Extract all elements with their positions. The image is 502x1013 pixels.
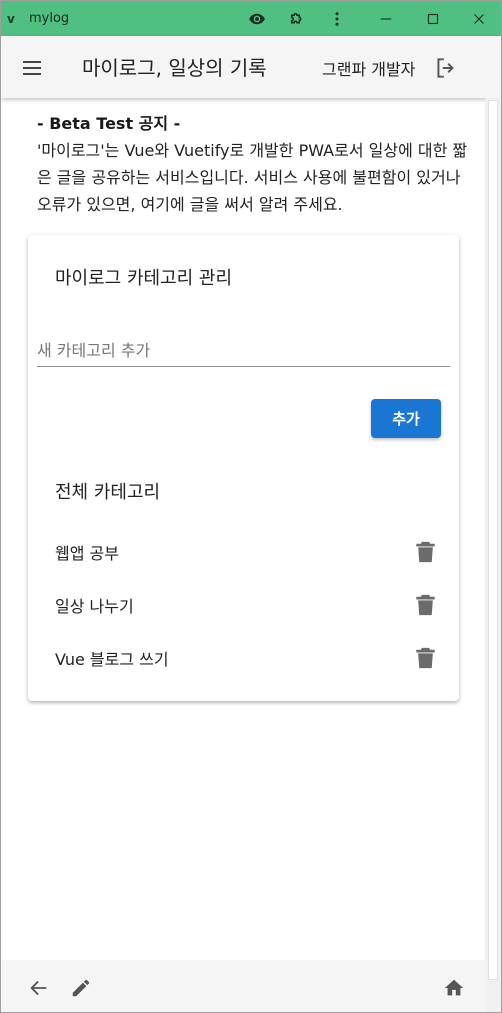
trash-icon[interactable] <box>413 539 437 565</box>
new-category-field[interactable] <box>37 335 450 367</box>
app-logo-icon: v <box>7 11 15 26</box>
category-label: 일상 나누기 <box>55 597 134 616</box>
minimize-icon[interactable] <box>371 1 401 36</box>
maximize-icon[interactable] <box>418 1 448 36</box>
category-item[interactable]: 일상 나누기 <box>55 590 435 620</box>
all-categories-title: 전체 카테고리 <box>55 482 161 503</box>
window-titlebar[interactable]: v mylog <box>1 1 501 36</box>
window-title: mylog <box>29 11 70 26</box>
card-title: 마이로그 카테고리 관리 <box>55 268 233 289</box>
user-name[interactable]: 그랜파 개발자 <box>322 56 415 80</box>
add-category-button[interactable]: 추가 <box>371 399 441 438</box>
scrollbar-thumb[interactable] <box>488 100 498 980</box>
eye-icon[interactable] <box>242 1 272 36</box>
bottom-navigation <box>1 960 485 1012</box>
app-window: v mylog 마이로그, 일상의 기록 그랜파 개발자 - Beta Test… <box>0 0 502 1013</box>
logout-icon[interactable] <box>431 54 461 82</box>
close-icon[interactable] <box>464 1 494 36</box>
category-management-card: 마이로그 카테고리 관리 추가 전체 카테고리 웹앱 공부 일상 나누기 Vue… <box>28 235 459 701</box>
kebab-menu-icon[interactable] <box>322 1 352 36</box>
vertical-scrollbar[interactable] <box>485 98 501 1012</box>
category-label: 웹앱 공부 <box>55 544 119 563</box>
pencil-icon[interactable] <box>67 974 95 1002</box>
notice-title: - Beta Test 공지 - <box>37 114 181 133</box>
back-arrow-icon[interactable] <box>25 974 53 1002</box>
home-icon[interactable] <box>440 974 468 1002</box>
new-category-input[interactable] <box>37 335 450 365</box>
notice-body: '마이로그'는 Vue와 Vuetify로 개발한 PWA로서 일상에 대한 짧… <box>37 141 468 214</box>
category-item[interactable]: 웹앱 공부 <box>55 537 435 567</box>
beta-notice: - Beta Test 공지 - '마이로그'는 Vue와 Vuetify로 개… <box>37 113 477 218</box>
category-label: Vue 블로그 쓰기 <box>55 650 169 669</box>
category-item[interactable]: Vue 블로그 쓰기 <box>55 643 435 673</box>
page-title: 마이로그, 일상의 기록 <box>82 56 267 80</box>
app-bar: 마이로그, 일상의 기록 그랜파 개발자 <box>1 36 501 98</box>
trash-icon[interactable] <box>413 645 437 671</box>
puzzle-icon[interactable] <box>282 1 312 36</box>
hamburger-menu-icon[interactable] <box>16 54 48 82</box>
trash-icon[interactable] <box>413 592 437 618</box>
